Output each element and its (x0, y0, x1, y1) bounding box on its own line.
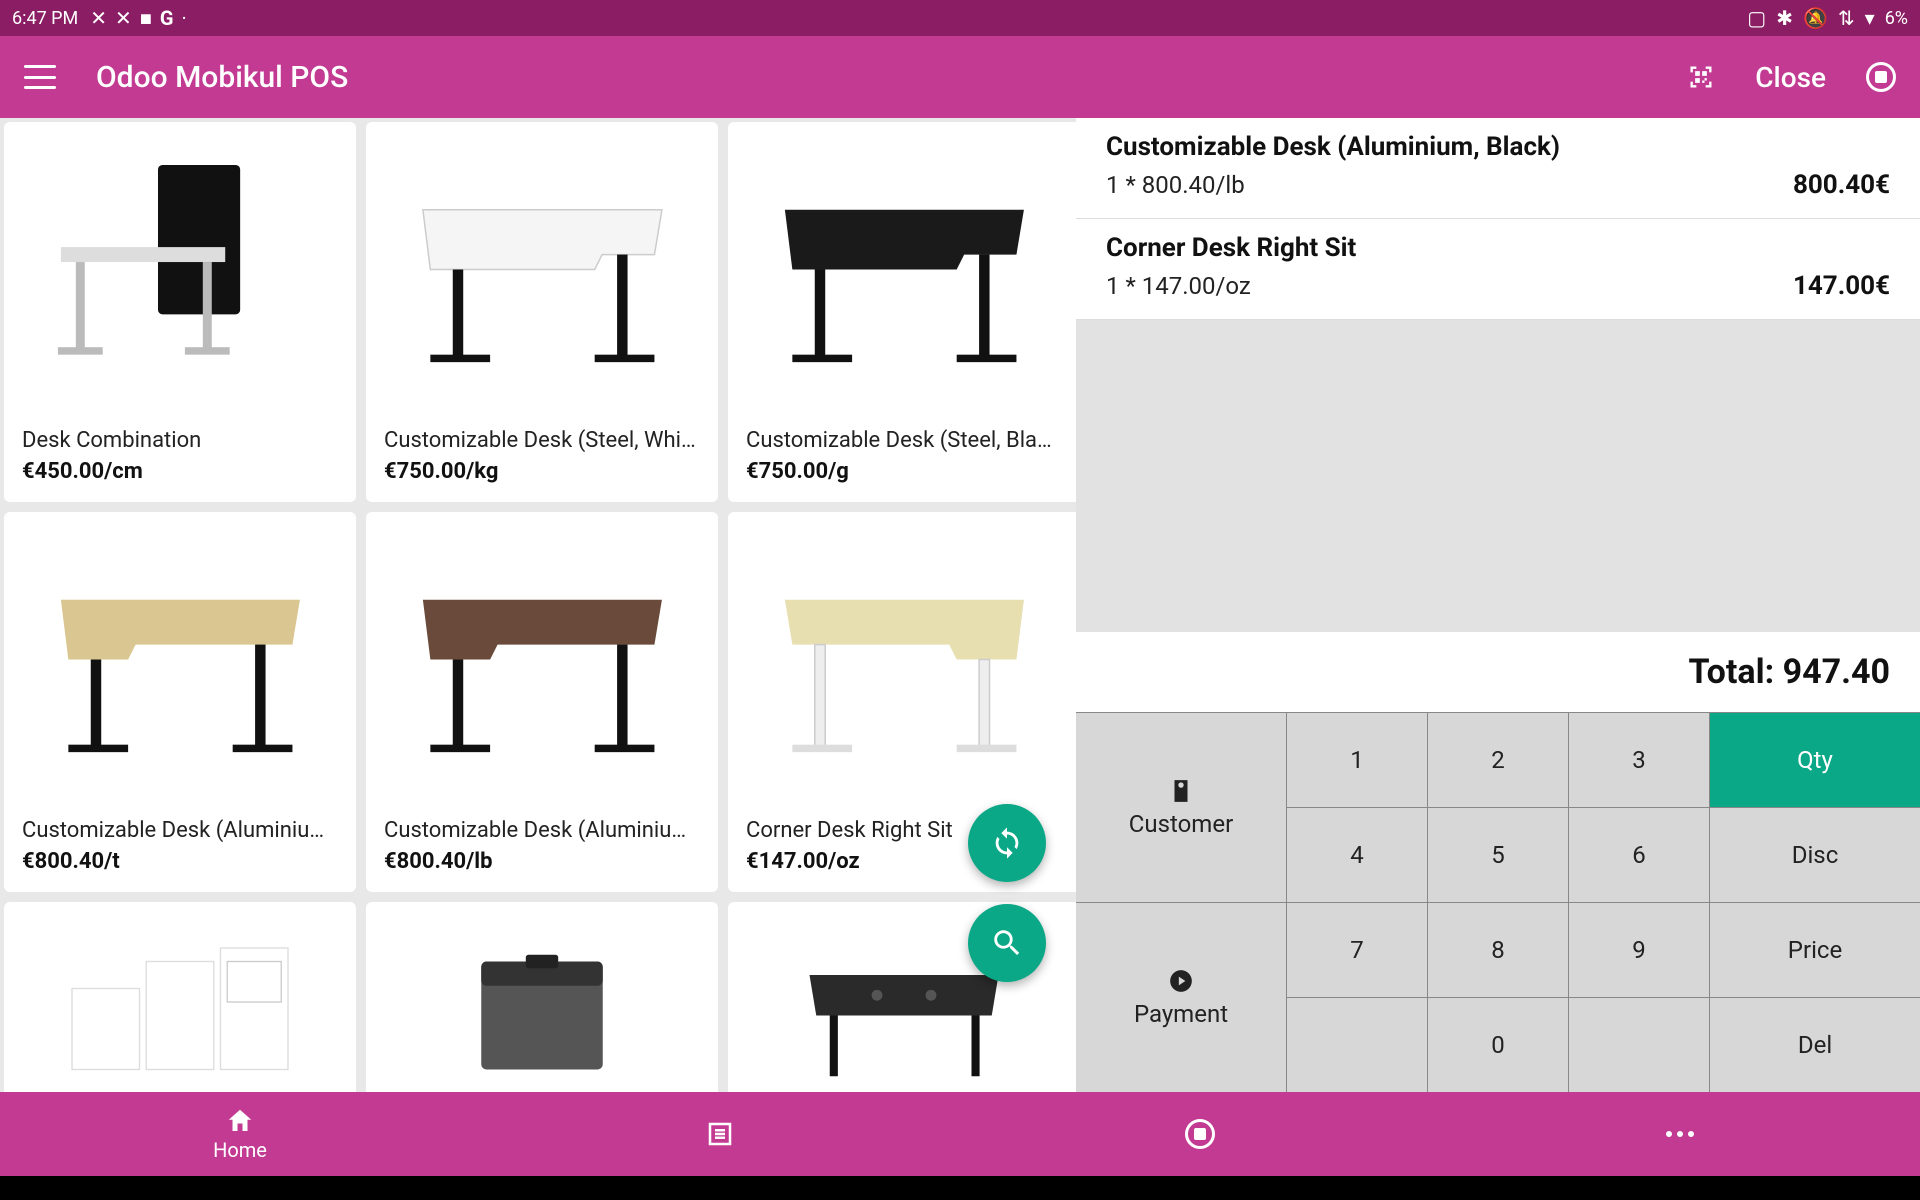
stop-icon (1185, 1119, 1215, 1149)
play-icon (1168, 968, 1194, 994)
product-name: Customizable Desk (Steel, White) (384, 428, 700, 453)
key-1[interactable]: 1 (1287, 713, 1427, 807)
product-image (728, 122, 1076, 418)
key-6[interactable]: 6 (1569, 808, 1709, 902)
product-price: €750.00/g (746, 459, 1062, 484)
cart-item-qty: 1 * 800.40/lb (1106, 171, 1245, 199)
product-image (366, 902, 718, 1092)
product-image (728, 512, 1076, 808)
person-icon: ✕ (90, 6, 107, 30)
key-8[interactable]: 8 (1428, 903, 1568, 997)
key-7[interactable]: 7 (1287, 903, 1427, 997)
del-button[interactable]: Del (1710, 998, 1920, 1092)
product-image (366, 122, 718, 418)
product-card[interactable]: Customizable Desk (Aluminium... €800.40/… (366, 512, 718, 892)
key-blank-2[interactable] (1569, 998, 1709, 1092)
product-card[interactable] (366, 902, 718, 1092)
customer-icon (1168, 778, 1194, 804)
menu-icon[interactable] (24, 65, 56, 89)
product-name: Customizable Desk (Aluminium... (384, 818, 700, 843)
product-price: €800.40/lb (384, 849, 700, 874)
product-price: €750.00/kg (384, 459, 700, 484)
status-bar: 6:47 PM ✕ ✕ ■ G · ▢ ✱ 🔕 ⇅ ▾ 6% (0, 0, 1920, 36)
disc-mode-button[interactable]: Disc (1710, 808, 1920, 902)
key-3[interactable]: 3 (1569, 713, 1709, 807)
bluetooth-icon: ✱ (1776, 6, 1793, 30)
dot-icon: · (182, 6, 187, 30)
app-bar: Odoo Mobikul POS Close (0, 36, 1920, 118)
key-5[interactable]: 5 (1428, 808, 1568, 902)
home-icon (225, 1106, 255, 1136)
person-icon-2: ✕ (115, 6, 132, 30)
cart-item-name: Corner Desk Right Sit (1106, 233, 1890, 263)
app-title: Odoo Mobikul POS (96, 60, 348, 95)
list-icon (705, 1119, 735, 1149)
status-time: 6:47 PM (12, 8, 78, 29)
nav-orders[interactable] (480, 1092, 960, 1176)
product-card[interactable]: Desk Combination €450.00/cm (4, 122, 356, 502)
key-blank[interactable] (1287, 998, 1427, 1092)
product-card[interactable]: Customizable Desk (Aluminium... €800.40/… (4, 512, 356, 892)
product-price: €450.00/cm (22, 459, 338, 484)
product-image (4, 122, 356, 418)
status-battery: 6% (1885, 8, 1908, 29)
qr-scan-icon[interactable] (1687, 63, 1715, 91)
nav-more[interactable] (1440, 1092, 1920, 1176)
payment-button[interactable]: Payment (1076, 903, 1286, 1092)
cart-item[interactable]: Customizable Desk (Aluminium, Black) 1 *… (1076, 118, 1920, 219)
cart-item-price: 800.40€ (1793, 170, 1890, 200)
updown-icon: ⇅ (1838, 6, 1855, 30)
product-name: Customizable Desk (Steel, Black) (746, 428, 1062, 453)
sync-fab[interactable] (968, 804, 1046, 882)
product-image (4, 902, 356, 1092)
cart-item[interactable]: Corner Desk Right Sit 1 * 147.00/oz 147.… (1076, 219, 1920, 320)
cast-icon: ▢ (1747, 6, 1766, 30)
product-card[interactable] (4, 902, 356, 1092)
nav-session[interactable] (960, 1092, 1440, 1176)
key-2[interactable]: 2 (1428, 713, 1568, 807)
product-card[interactable]: Customizable Desk (Steel, Black) €750.00… (728, 122, 1076, 502)
nav-home-label: Home (213, 1138, 267, 1162)
product-grid: Desk Combination €450.00/cm Customizable… (0, 118, 1076, 1092)
main-content: Desk Combination €450.00/cm Customizable… (0, 118, 1920, 1092)
price-mode-button[interactable]: Price (1710, 903, 1920, 997)
qty-mode-button[interactable]: Qty (1710, 713, 1920, 807)
stop-session-icon[interactable] (1866, 62, 1896, 92)
product-name: Desk Combination (22, 428, 338, 453)
product-card[interactable]: Customizable Desk (Steel, White) €750.00… (366, 122, 718, 502)
cart-item-name: Customizable Desk (Aluminium, Black) (1106, 132, 1890, 162)
cart-item-price: 147.00€ (1793, 271, 1890, 301)
close-button[interactable]: Close (1755, 61, 1826, 94)
product-price: €800.40/t (22, 849, 338, 874)
google-icon: G (160, 6, 174, 30)
customer-label: Customer (1129, 810, 1233, 838)
cart-panel: Customizable Desk (Aluminium, Black) 1 *… (1076, 118, 1920, 1092)
key-0[interactable]: 0 (1428, 998, 1568, 1092)
customer-button[interactable]: Customer (1076, 713, 1286, 902)
product-name: Customizable Desk (Aluminium... (22, 818, 338, 843)
bottom-nav: Home (0, 1092, 1920, 1176)
payment-label: Payment (1134, 1000, 1228, 1028)
more-icon (1666, 1131, 1694, 1137)
mute-icon: 🔕 (1803, 6, 1828, 30)
product-image (366, 512, 718, 808)
cart-spacer (1076, 320, 1920, 632)
wifi-icon: ▾ (1865, 6, 1875, 30)
cart-items: Customizable Desk (Aluminium, Black) 1 *… (1076, 118, 1920, 320)
cart-item-qty: 1 * 147.00/oz (1106, 272, 1251, 300)
product-image (4, 512, 356, 808)
key-9[interactable]: 9 (1569, 903, 1709, 997)
cart-total: Total: 947.40 (1076, 632, 1920, 712)
keypad: Customer 1 2 3 Qty 4 5 6 Disc Payment 7 … (1076, 712, 1920, 1092)
nav-home[interactable]: Home (0, 1092, 480, 1176)
search-fab[interactable] (968, 904, 1046, 982)
key-4[interactable]: 4 (1287, 808, 1427, 902)
back-icon[interactable]: ‹ (480, 1191, 488, 1200)
video-icon: ■ (140, 6, 152, 31)
system-nav-bar: ‹ (0, 1176, 1920, 1200)
